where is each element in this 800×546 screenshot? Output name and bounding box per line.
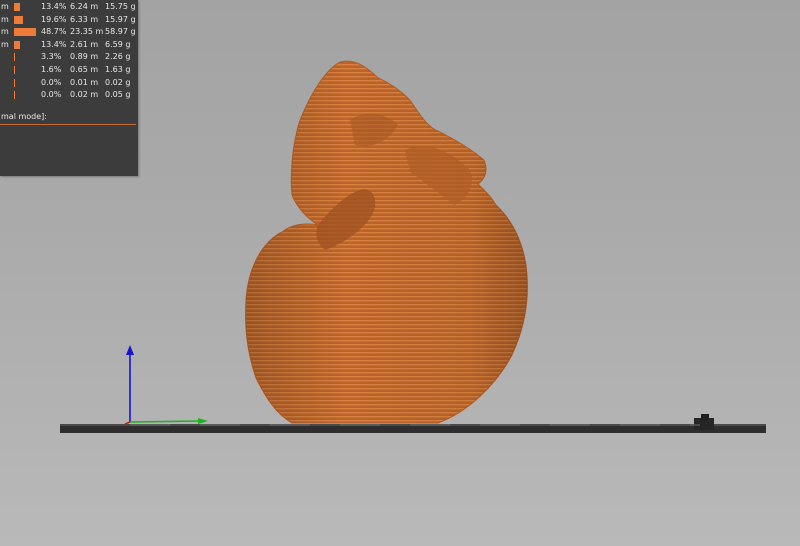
legend-weight: 15.97 g <box>105 14 136 24</box>
legend-weight: 15.75 g <box>105 2 136 11</box>
y-axis-arrow-icon <box>198 418 208 424</box>
legend-row: m 48.7% 23.35 m 58.97 g <box>0 26 138 38</box>
legend-weight: 1.63 g <box>105 65 131 74</box>
legend-row: m 19.6% 6.33 m 15.97 g <box>0 14 138 26</box>
legend-percent: 0.0% <box>41 77 62 87</box>
y-axis <box>129 420 201 423</box>
x-axis <box>124 421 131 425</box>
mode-divider <box>0 124 136 125</box>
legend-length: 23.35 m <box>70 27 104 37</box>
legend-row: m 13.4% 6.24 m 15.75 g <box>0 1 138 13</box>
legend-length: 6.24 m <box>70 2 99 11</box>
legend-percent: 19.6% <box>41 14 67 24</box>
legend-length: 0.65 m <box>70 65 99 74</box>
legend-length: 0.01 m <box>70 77 99 87</box>
legend-percent: 13.4% <box>41 2 67 11</box>
axes-gizmo <box>124 345 208 425</box>
legend-weight: 58.97 g <box>105 27 136 37</box>
legend-unit: m <box>1 27 9 37</box>
legend-row: 0.0% 0.01 m 0.02 g <box>0 77 138 89</box>
legend-weight: 2.26 g <box>105 52 131 62</box>
legend-bar <box>14 53 15 62</box>
legend-weight: 0.02 g <box>105 77 131 87</box>
legend-unit: m <box>1 14 9 24</box>
legend-weight: 0.05 g <box>105 90 131 100</box>
legend-length: 0.89 m <box>70 52 99 62</box>
legend-row: 1.6% 0.65 m 1.63 g <box>0 64 138 76</box>
legend-unit: m <box>1 39 9 49</box>
legend-bar <box>14 91 15 100</box>
legend-length: 2.61 m <box>70 39 99 49</box>
legend-bar <box>14 28 36 37</box>
legend-percent: 1.6% <box>41 65 62 74</box>
z-axis-arrow-icon <box>126 345 134 355</box>
legend-unit: m <box>1 2 9 11</box>
legend-weight: 6.59 g <box>105 39 131 49</box>
legend-percent: 3.3% <box>41 52 62 62</box>
legend-bar <box>14 78 15 87</box>
legend-panel: m 13.4% 6.24 m 15.75 g m 19.6% 6.33 m 15.97 gm4… <box>0 0 138 176</box>
legend-bar <box>14 66 15 74</box>
legend-bar <box>14 15 23 24</box>
legend-percent: 13.4% <box>41 39 67 49</box>
legend-length: 0.02 m <box>70 90 99 100</box>
legend-bar <box>14 3 20 11</box>
legend-length: 6.33 m <box>70 14 99 24</box>
heart-model[interactable] <box>245 60 528 424</box>
legend-row: 3.3% 0.89 m 2.26 g <box>0 51 138 63</box>
legend-row: m 13.4% 2.61 m 6.59 g <box>0 39 138 51</box>
legend-row: 0.0% 0.02 m 0.05 g <box>0 89 138 101</box>
mode-note: mal mode]: <box>1 112 47 121</box>
legend-percent: 48.7% <box>41 27 67 37</box>
legend-percent: 0.0% <box>41 90 62 100</box>
legend-bar <box>14 40 20 49</box>
